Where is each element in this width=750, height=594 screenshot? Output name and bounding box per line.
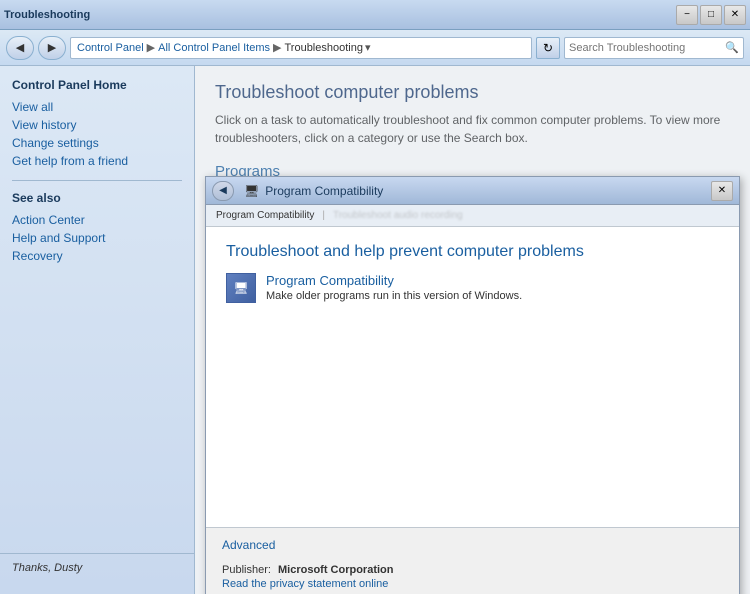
window-close-button[interactable]: ✕ [724,5,746,25]
modal-advanced-link[interactable]: Advanced [222,538,275,552]
sidebar-item-action-center[interactable]: Action Center [12,211,182,229]
sidebar-title: Control Panel Home [12,78,182,92]
search-box: 🔍 [564,37,744,59]
modal-back-button[interactable]: ◀ [212,181,234,201]
modal-monitor-icon: 🖥 [227,274,255,302]
window-title: Troubleshooting [4,9,90,21]
sidebar-user-greeting: Thanks, Dusty [0,553,194,582]
modal-title-left: ◀ 🖥 Program Compatibility [212,181,383,201]
modal-prog-title: Program Compatibility [266,273,522,288]
sidebar-item-get-help[interactable]: Get help from a friend [12,152,182,170]
main-area: Control Panel Home View all View history… [0,66,750,594]
modal-program-item: 🖥 Program Compatibility Make older progr… [226,273,719,303]
breadcrumb: Control Panel ▶ All Control Panel Items … [70,37,532,59]
sidebar: Control Panel Home View all View history… [0,66,195,594]
breadcrumb-sep-1: ▶ [147,41,155,54]
sidebar-see-also-section: Action Center Help and Support Recovery [0,211,194,265]
title-bar: Troubleshooting − □ ✕ [0,0,750,30]
title-bar-buttons: − □ ✕ [676,5,746,25]
breadcrumb-dropdown[interactable]: ▾ [365,41,371,54]
modal-prog-icon: 🖥 [226,273,256,303]
breadcrumb-item-2[interactable]: All Control Panel Items [158,42,270,54]
modal-prog-desc: Make older programs run in this version … [266,290,522,302]
sidebar-divider [12,180,182,181]
sidebar-item-help-support[interactable]: Help and Support [12,229,182,247]
main-window: Troubleshooting − □ ✕ ◀ ▶ Control Panel … [0,0,750,594]
modal-content: Troubleshoot and help prevent computer p… [206,227,739,527]
modal-tabs: Program Compatibility | Troubleshoot aud… [206,205,739,227]
breadcrumb-sep-2: ▶ [273,41,281,54]
modal-publisher-line: Publisher: Microsoft Corporation [222,562,723,576]
modal-publisher-name: Microsoft Corporation [278,564,394,576]
modal-footer: Advanced Publisher: Microsoft Corporatio… [206,527,739,594]
modal-publisher-label: Publisher: Microsoft Corporation [222,564,393,576]
content-area: Troubleshoot computer problems Click on … [195,66,750,594]
sidebar-item-recovery[interactable]: Recovery [12,247,182,265]
modal-prog-text: Program Compatibility Make older program… [266,273,522,302]
title-bar-left: Troubleshooting [4,9,90,21]
sidebar-see-also-label: See also [0,191,194,205]
modal-main-title: Troubleshoot and help prevent computer p… [226,243,719,261]
search-icon: 🔍 [725,41,739,54]
sidebar-main-section: Control Panel Home View all View history… [0,78,194,170]
modal-title-bar: ◀ 🖥 Program Compatibility ✕ [206,177,739,205]
breadcrumb-item-3: Troubleshooting [284,42,362,54]
modal-tab-audio[interactable]: Troubleshoot audio recording [333,210,463,221]
search-input[interactable] [569,42,721,54]
maximize-button[interactable]: □ [700,5,722,25]
refresh-button[interactable]: ↻ [536,37,560,59]
breadcrumb-item-1[interactable]: Control Panel [77,42,144,54]
minimize-button[interactable]: − [676,5,698,25]
forward-button[interactable]: ▶ [38,36,66,60]
address-bar: ◀ ▶ Control Panel ▶ All Control Panel It… [0,30,750,66]
program-icon-small: 🖥 [244,184,259,198]
sidebar-item-view-history[interactable]: View history [12,116,182,134]
modal-privacy-link[interactable]: Read the privacy statement online [222,578,388,590]
sidebar-item-view-all[interactable]: View all [12,98,182,116]
sidebar-item-change-settings[interactable]: Change settings [12,134,182,152]
program-compatibility-dialog: ◀ 🖥 Program Compatibility ✕ Program Comp… [205,176,740,594]
modal-tab-compatibility[interactable]: Program Compatibility [216,210,314,221]
back-button[interactable]: ◀ [6,36,34,60]
modal-overlay: ◀ 🖥 Program Compatibility ✕ Program Comp… [195,66,750,594]
modal-close-button[interactable]: ✕ [711,181,733,201]
modal-title: Program Compatibility [265,184,383,198]
